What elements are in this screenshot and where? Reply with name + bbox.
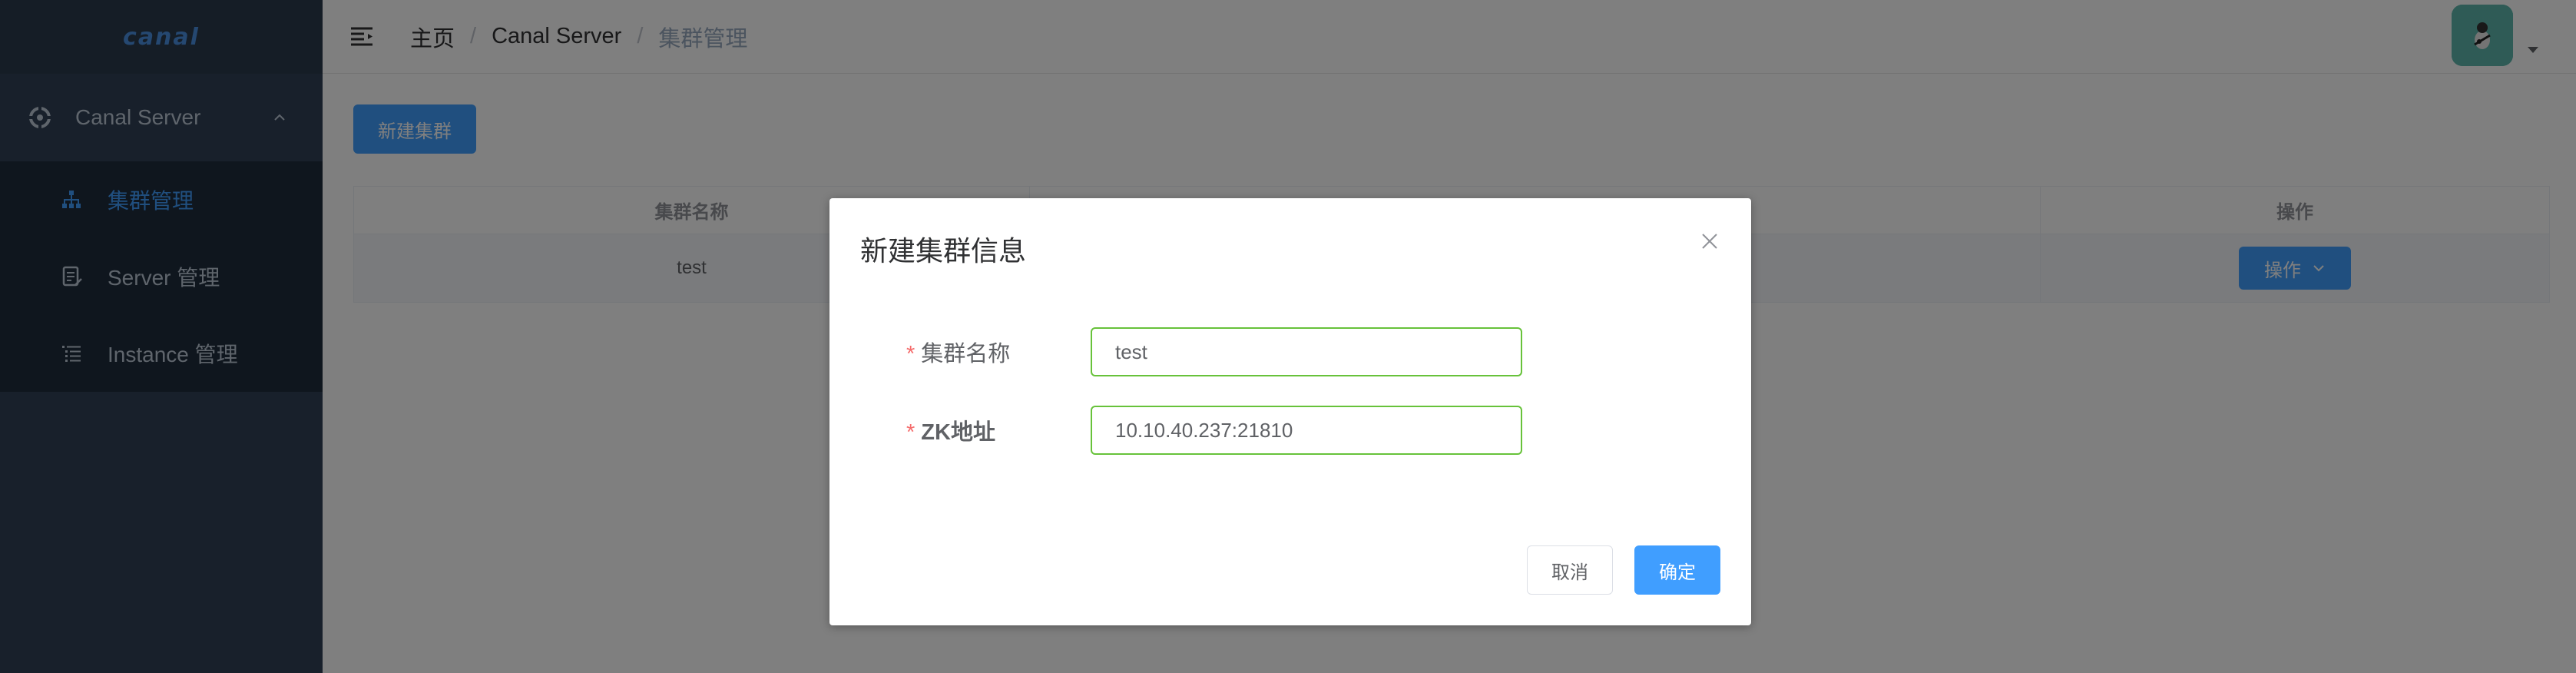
confirm-button[interactable]: 确定 (1634, 545, 1720, 595)
app-root: canal Canal Server (0, 0, 2576, 673)
new-cluster-dialog: 新建集群信息 *集群名称 *ZK地址 取消 确定 (829, 198, 1751, 625)
dialog-footer: 取消 确定 (1527, 545, 1720, 595)
dialog-title: 新建集群信息 (860, 235, 1027, 267)
zk-address-input[interactable] (1091, 406, 1522, 455)
required-mark: * (906, 342, 916, 366)
form-label-zk-address: * ZK地址 (906, 414, 1091, 446)
close-icon[interactable] (1699, 230, 1720, 252)
field-label: ZK地址 (921, 420, 995, 445)
required-mark: * (906, 420, 916, 445)
form-row-zk-address: * ZK地址 (829, 406, 1751, 455)
form-label-cluster-name: * 集群名称 (906, 336, 1091, 368)
form-row-cluster-name: * 集群名称 (829, 327, 1751, 376)
cluster-name-input[interactable] (1091, 327, 1522, 376)
field-label: 集群名称 (921, 342, 1011, 366)
cancel-button[interactable]: 取消 (1527, 545, 1613, 595)
